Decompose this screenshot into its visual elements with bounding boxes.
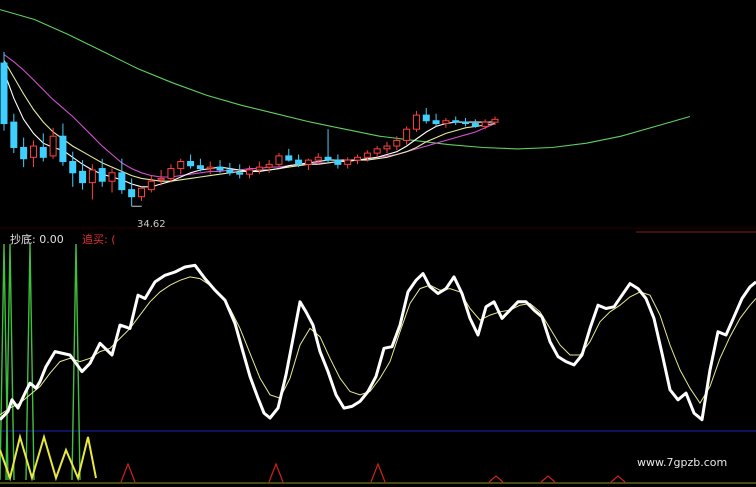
candle-body [481, 121, 489, 127]
signal-spike [25, 243, 35, 481]
candle-body [422, 114, 430, 122]
candle-body [10, 121, 18, 148]
candle-body [432, 120, 440, 125]
watermark: www.7gpzb.com [637, 456, 728, 469]
ma-long-line [0, 9, 691, 150]
signal-marker [120, 462, 136, 483]
candle-body [393, 139, 401, 147]
candle-body [491, 118, 499, 123]
candle-body [206, 166, 214, 170]
candle-body [383, 145, 391, 150]
candle-body [147, 180, 155, 191]
k-line [0, 263, 756, 422]
signal-marker [488, 475, 504, 483]
candle-body [403, 128, 411, 141]
chase-buy-label: 追买: ( [82, 233, 116, 246]
ma-mid-long-line [3, 54, 496, 178]
candle-body [246, 169, 253, 175]
candle-body [236, 172, 244, 175]
candle-body [177, 161, 185, 170]
candle-body [373, 148, 381, 154]
candle-body [196, 165, 204, 170]
low-price-label: 34.62 [137, 219, 166, 230]
signal-spike [5, 243, 15, 481]
candle-body [79, 170, 87, 184]
candle-body [39, 146, 47, 158]
candle-body [354, 156, 362, 161]
candle-body [442, 120, 450, 125]
candle-body [471, 123, 479, 127]
candle-body [137, 187, 145, 198]
candle-body [334, 159, 342, 165]
candle-body [69, 161, 77, 174]
candle-body [452, 120, 460, 123]
candle-body [167, 168, 175, 179]
candle-body [363, 152, 371, 158]
candle-body [128, 189, 136, 198]
candle-body [344, 159, 352, 165]
candle-body [20, 146, 28, 160]
candle-body [275, 155, 283, 165]
signal-marker [610, 475, 626, 483]
candle-body [314, 156, 322, 161]
candle-body [98, 168, 106, 182]
candle-body [187, 161, 195, 167]
candle-body [49, 135, 57, 157]
signal-marker [370, 462, 386, 483]
candle-body [462, 121, 470, 125]
candle-body [324, 156, 332, 161]
chart-stage: 34.62 抄底: 0.00 追买: ( www.7gpzb.com [0, 0, 756, 487]
candle-body [295, 159, 303, 165]
candle-body [0, 62, 8, 125]
candle-body [255, 166, 263, 171]
candle-body [88, 169, 96, 184]
candle-body [285, 155, 293, 161]
candle-body [59, 135, 67, 163]
candle-body [265, 163, 273, 168]
candle-body [108, 172, 116, 182]
signal-marker [268, 462, 284, 483]
signal-marker [540, 475, 556, 483]
candle-body [118, 172, 126, 191]
bottom-fishing-label: 抄底: 0.00 [10, 233, 64, 246]
candle-body [226, 169, 234, 174]
candle-body [29, 145, 37, 158]
candle-body [412, 114, 420, 130]
candle-body [304, 159, 312, 165]
candle-body [157, 177, 165, 181]
candle-body [216, 166, 224, 171]
